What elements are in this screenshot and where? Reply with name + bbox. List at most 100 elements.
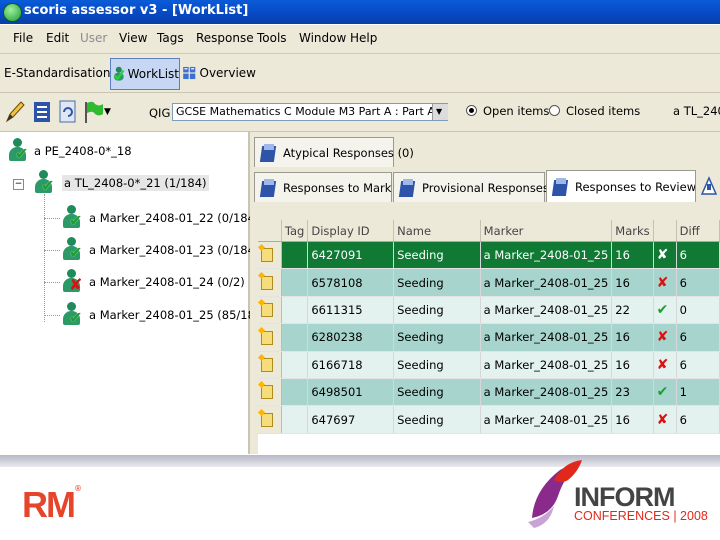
tree-node-label: a PE_2408-0*_18 (34, 144, 132, 158)
qig-label: QIG (149, 106, 171, 120)
open-items-radio[interactable] (466, 105, 477, 116)
tag-cell (281, 405, 309, 434)
marks-cell: 16 (611, 351, 654, 379)
rm-registered-mark: ® (74, 484, 82, 493)
column-header-tag[interactable]: Tag (281, 220, 309, 242)
note-icon (261, 358, 273, 372)
menu-tags[interactable]: Tags (157, 31, 184, 45)
tree-node-marker-23[interactable]: ✔ a Marker_2408-01_23 (0/184) (60, 237, 259, 263)
responses-grid: Tag Display ID Name Marker Marks Diff 64… (258, 220, 720, 454)
open-items-label: Open items (483, 104, 550, 118)
column-header-display-id[interactable]: Display ID (307, 220, 395, 242)
tab-atypical-responses[interactable]: Atypical Responses (0) (254, 137, 414, 167)
tree-node-marker-24[interactable]: ✘ a Marker_2408-01_24 (0/2) (60, 269, 245, 295)
collapse-toggle-icon[interactable]: − (13, 179, 24, 190)
examiner-check-icon: ✔ (32, 170, 56, 196)
display-id-cell: 6498501 (307, 378, 395, 407)
tab-responses-to-review[interactable]: Responses to Review (7) (546, 170, 696, 202)
table-row[interactable]: 647697 Seeding a Marker_2408-01_25 16 ✘ … (258, 405, 720, 434)
menu-edit[interactable]: Edit (46, 31, 69, 45)
name-cell: Seeding (393, 323, 481, 352)
examiner-check-icon: ✔ (60, 237, 84, 263)
worklist-button[interactable]: WorkList (110, 58, 180, 90)
table-row[interactable]: 6166718 Seeding a Marker_2408-01_25 16 ✘… (258, 351, 720, 379)
display-id-cell: 6280238 (307, 323, 395, 352)
chevron-down-icon: ▼ (436, 107, 443, 116)
document-list-icon[interactable] (31, 99, 53, 125)
marker-cell: a Marker_2408-01_25 (480, 405, 613, 434)
menu-response[interactable]: Response (196, 31, 254, 45)
status-check-icon: ✔ (653, 378, 677, 407)
table-row[interactable]: 6578108 Seeding a Marker_2408-01_25 16 ✘… (258, 268, 720, 297)
marker-cell: a Marker_2408-01_25 (480, 296, 613, 325)
diff-cell: 6 (676, 323, 720, 352)
column-header-marker[interactable]: Marker (480, 220, 613, 242)
menu-tools[interactable]: Tools (257, 31, 287, 45)
closed-items-radio[interactable] (549, 105, 560, 116)
menu-file[interactable]: File (13, 31, 33, 45)
document-icon (551, 177, 571, 197)
marker-cell: a Marker_2408-01_25 (480, 323, 613, 352)
menu-view[interactable]: View (119, 31, 147, 45)
qig-select[interactable]: GCSE Mathematics C Module M3 Part A : Pa… (172, 103, 448, 121)
e-standardisation-label: E-Standardisation (4, 66, 111, 80)
flag-icon[interactable] (82, 99, 104, 125)
display-id-cell: 6578108 (307, 268, 395, 297)
menu-window[interactable]: Window (299, 31, 346, 45)
diff-cell: 6 (676, 351, 720, 379)
e-standardisation-button[interactable]: E-Standardisation (2, 58, 111, 88)
worklist-icon (113, 66, 125, 81)
tree-node-tl[interactable]: ✔ a TL_2408-0*_21 (1/184) (32, 170, 209, 196)
tag-cell (281, 323, 309, 352)
name-cell: Seeding (393, 241, 481, 270)
column-header-name[interactable]: Name (393, 220, 481, 242)
table-row[interactable]: 6280238 Seeding a Marker_2408-01_25 16 ✘… (258, 323, 720, 352)
examiner-check-icon: ✔ (60, 205, 84, 231)
tab-provisional-responses[interactable]: Provisional Responses (0) (393, 172, 569, 202)
user-tree: ✔ a PE_2408-0*_18 − ✔ a TL_2408-0*_21 (1… (0, 132, 267, 454)
note-icon (261, 303, 273, 318)
diff-cell: 6 (676, 405, 720, 434)
worklist-label: WorkList (127, 67, 179, 81)
diff-cell: 1 (676, 378, 720, 407)
refresh-icon[interactable] (57, 99, 79, 125)
note-icon (261, 412, 273, 427)
menu-help[interactable]: Help (350, 31, 377, 45)
marks-cell: 23 (611, 378, 654, 407)
status-cross-icon: ✘ (653, 268, 677, 297)
tag-cell (281, 241, 309, 270)
marker-cell: a Marker_2408-01_25 (480, 241, 613, 270)
window-title: scoris assessor v3 - [WorkList] (24, 3, 249, 18)
note-icon (261, 248, 273, 263)
qig-select-value: GCSE Mathematics C Module M3 Part A : Pa… (176, 105, 435, 118)
table-row[interactable]: 6611315 Seeding a Marker_2408-01_25 22 ✔… (258, 296, 720, 325)
status-cross-icon: ✘ (653, 405, 677, 434)
document-icon (259, 143, 279, 163)
tree-node-pe[interactable]: ✔ a PE_2408-0*_18 (6, 138, 132, 164)
tree-node-marker-25[interactable]: ✔ a Marker_2408-01_25 (85/184) (60, 302, 267, 328)
table-row[interactable]: 6427091 Seeding a Marker_2408-01_25 16 ✘… (258, 241, 720, 270)
marks-cell: 16 (611, 241, 654, 270)
column-header-diff[interactable]: Diff (676, 220, 720, 242)
note-icon (261, 330, 273, 345)
menu-user[interactable]: User (80, 31, 107, 45)
table-row[interactable]: 6498501 Seeding a Marker_2408-01_25 23 ✔… (258, 378, 720, 407)
tag-cell (281, 351, 309, 379)
overview-button[interactable]: Overview (182, 58, 256, 88)
status-cross-icon: ✘ (653, 351, 677, 379)
column-header-status[interactable] (653, 220, 677, 242)
marker-cell: a Marker_2408-01_25 (480, 351, 613, 379)
closed-items-label: Closed items (566, 104, 641, 118)
qig-dropdown-button[interactable]: ▼ (432, 104, 448, 120)
flag-dropdown-arrow[interactable]: ▼ (104, 107, 111, 117)
tree-node-label: a Marker_2408-01_22 (0/184) (89, 211, 260, 225)
pencil-icon[interactable] (4, 99, 26, 125)
column-header-marks[interactable]: Marks (611, 220, 654, 242)
marker-cell: a Marker_2408-01_25 (480, 378, 613, 407)
tree-node-marker-22[interactable]: ✔ a Marker_2408-01_22 (0/184) (60, 205, 259, 231)
action-toolbar: ▼ QIG GCSE Mathematics C Module M3 Part … (0, 93, 720, 132)
examiner-check-icon: ✔ (6, 138, 30, 164)
tab-scroll-icon[interactable] (698, 174, 720, 200)
tab-responses-to-mark[interactable]: Responses to Mark (3) (254, 172, 411, 202)
name-cell: Seeding (393, 378, 481, 407)
